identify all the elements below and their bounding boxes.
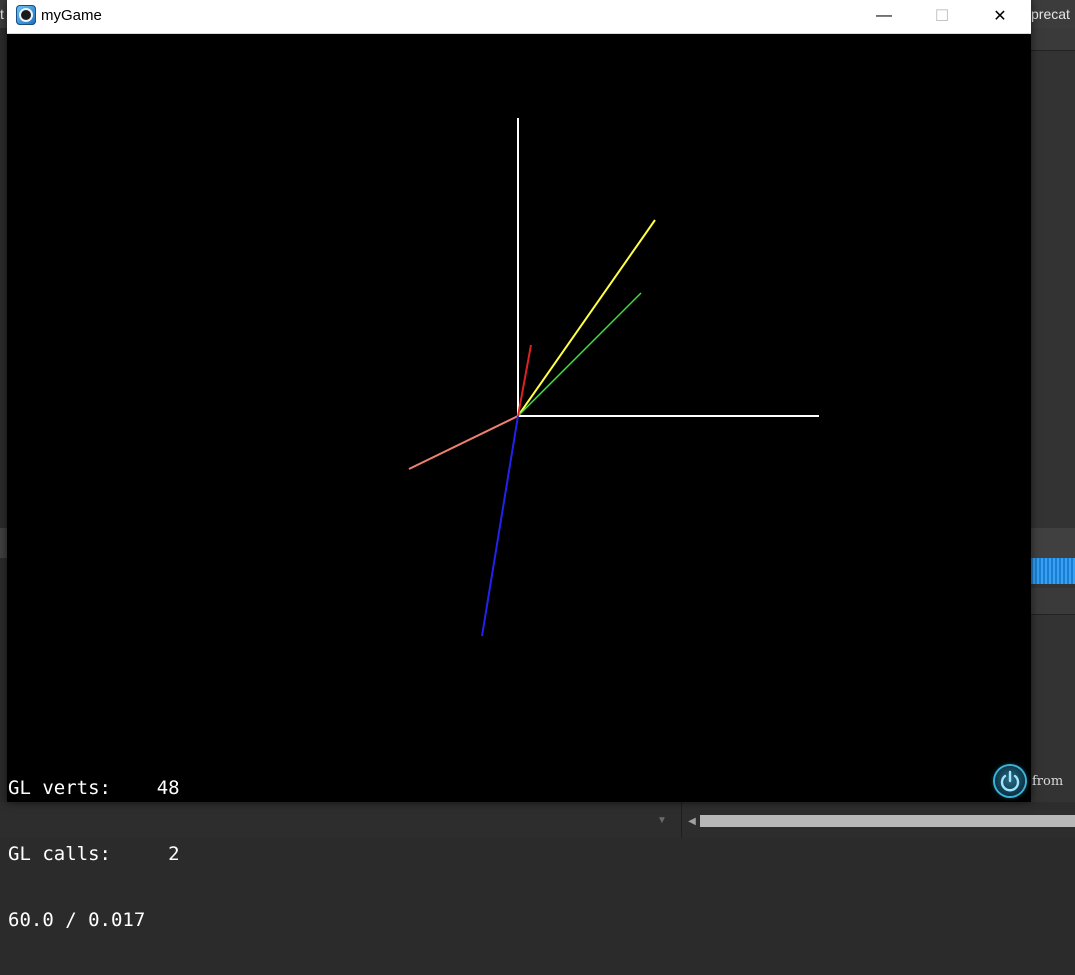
scroll-left-arrow-icon[interactable]: ◀ — [686, 812, 698, 832]
yellow-axis — [517, 219, 656, 417]
window-title: myGame — [41, 7, 102, 24]
axes-scene — [408, 118, 819, 637]
minimize-icon: — — [876, 6, 892, 24]
background-ide-right-panel — [1031, 28, 1075, 838]
background-ide-left-text: t — [0, 6, 4, 22]
background-ide-splitter[interactable] — [1031, 528, 1075, 558]
stat-gl-calls: GL calls: 2 — [8, 843, 180, 865]
maximize-icon: ☐ — [934, 7, 950, 25]
minimize-button[interactable]: — — [855, 0, 913, 31]
app-icon — [16, 5, 36, 25]
window-titlebar[interactable]: myGame — ☐ ✕ — [7, 0, 1031, 34]
game-viewport[interactable]: GL verts: 48 GL calls: 2 60.0 / 0.017 — [7, 34, 1031, 931]
close-icon: ✕ — [993, 7, 1007, 25]
stat-gl-verts: GL verts: 48 — [8, 777, 180, 799]
maximize-button[interactable]: ☐ — [913, 0, 971, 31]
gl-stats-overlay: GL verts: 48 GL calls: 2 60.0 / 0.017 — [8, 733, 180, 975]
background-ide-left-splitter[interactable] — [0, 528, 7, 558]
game-window: myGame — ☐ ✕ GL verts: 48 GL calls: 2 60… — [7, 0, 1031, 931]
background-ide-top-text: precat — [1031, 6, 1070, 22]
blue-axis — [481, 415, 519, 637]
salmon-axis — [408, 415, 519, 470]
background-ide-selected-row[interactable] — [1031, 558, 1075, 584]
power-icon[interactable] — [995, 766, 1025, 796]
background-ide-bottom-separator — [681, 802, 682, 838]
background-ide-left-strip: t — [0, 0, 7, 28]
stat-fps: 60.0 / 0.017 — [8, 909, 146, 931]
background-ide-tab-bar — [1031, 28, 1075, 51]
chevron-down-icon[interactable]: ▼ — [651, 806, 673, 836]
background-ide-top-strip: precat — [1031, 0, 1075, 28]
horizontal-scrollbar[interactable] — [700, 815, 1075, 827]
panel-footer-text: from — [1032, 774, 1064, 789]
background-ide-tab-bar-2 — [1031, 588, 1075, 615]
green-axis — [517, 292, 642, 417]
close-button[interactable]: ✕ — [971, 0, 1029, 31]
